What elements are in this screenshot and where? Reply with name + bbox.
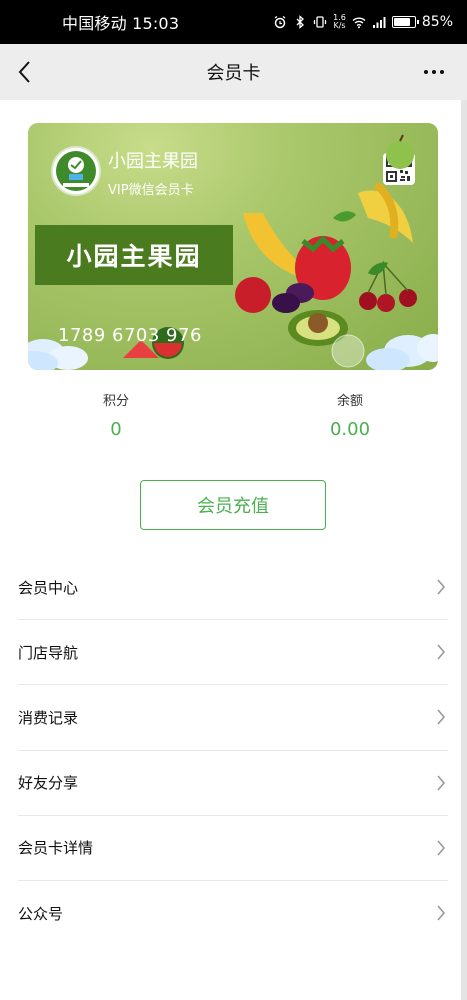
chevron-right-icon [437,579,446,595]
bluetooth-icon [296,15,305,29]
menu-item-official-account[interactable]: 公众号 [18,881,448,946]
wifi-icon [352,17,366,29]
card-banner: 小园主果园 [35,225,233,285]
more-dots-icon [432,70,436,74]
status-icons: 1.6 K/s 85% [273,14,453,30]
menu-item-card-details[interactable]: 会员卡详情 [18,816,448,881]
net-speed: 1.6 K/s [333,14,346,30]
menu-item-share-friends[interactable]: 好友分享 [18,751,448,816]
card-type: VIP微信会员卡 [108,183,194,198]
menu-item-label: 好友分享 [18,774,79,793]
scrollbar[interactable] [461,100,467,1000]
recharge-button[interactable]: 会员充值 [140,480,326,530]
chevron-right-icon [437,905,446,921]
balance-stat[interactable]: 余额 0.00 [310,390,390,440]
balance-label: 余额 [336,394,363,409]
member-card[interactable]: 小园主果园 VIP微信会员卡 小园主果园 1789 6703 976 [28,123,438,370]
carrier-time: 中国移动 15:03 [62,14,180,33]
battery-fill [393,18,411,26]
menu-item-label: 会员卡详情 [18,839,94,858]
menu-item-label: 公众号 [18,905,64,924]
battery-icon [391,16,419,28]
chevron-right-icon [437,775,446,791]
shop-logo [51,146,101,196]
back-button[interactable] [12,58,36,86]
card-shop-name: 小园主果园 [108,151,198,172]
menu-list: 会员中心 门店导航 消费记录 好友分享 会员卡详情 公众号 [18,555,448,946]
net-speed-unit: K/s [333,21,346,30]
menu-item-label: 门店导航 [18,643,79,662]
status-bar: 中国移动 15:03 1.6 K/s 85% [0,0,467,44]
chevron-right-icon [437,644,446,660]
chevron-right-icon [437,840,446,856]
points-value: 0 [110,419,122,440]
leaf-icon [63,157,89,187]
more-dots-icon [440,70,444,74]
menu-item-label: 会员中心 [18,578,79,597]
menu-item-consumption-records[interactable]: 消费记录 [18,685,448,751]
more-button[interactable] [419,58,449,86]
page-title: 会员卡 [206,63,261,84]
chevron-right-icon [437,709,446,725]
chevron-left-icon [18,61,30,83]
vibrate-icon [313,16,327,28]
menu-item-member-center[interactable]: 会员中心 [18,555,448,621]
menu-item-label: 消费记录 [18,708,79,727]
points-stat[interactable]: 积分 0 [76,390,156,440]
card-number: 1789 6703 976 [58,325,202,346]
points-label: 积分 [102,394,129,409]
balance-value: 0.00 [329,419,371,440]
nav-bar: 会员卡 [0,44,467,100]
menu-item-store-navigation[interactable]: 门店导航 [18,620,448,686]
more-dots-icon [424,70,428,74]
signal-icon [372,17,386,28]
alarm-icon [274,15,286,29]
battery-percent: 85% [421,14,453,30]
banner-text: 小园主果园 [66,242,202,271]
